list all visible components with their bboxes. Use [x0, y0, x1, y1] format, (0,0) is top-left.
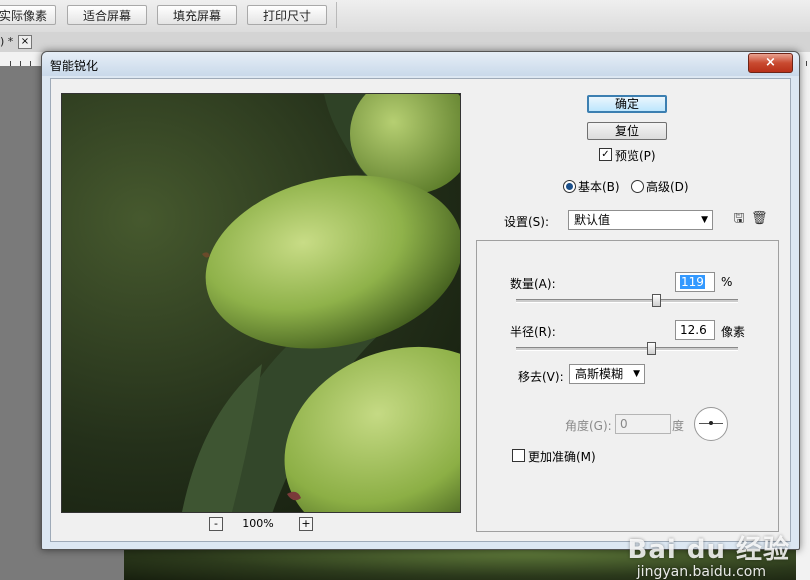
radius-slider-thumb[interactable]: [647, 342, 657, 355]
save-settings-icon[interactable]: 🖫: [731, 211, 747, 227]
amount-slider-track[interactable]: [516, 299, 738, 303]
options-toolbar: 实际像素 适合屏幕 填充屏幕 打印尺寸: [0, 0, 810, 33]
actual-pixels-button[interactable]: 实际像素: [0, 5, 56, 25]
advanced-radio[interactable]: [631, 180, 644, 193]
baidu-watermark-url: jingyan.baidu.com: [636, 564, 766, 580]
close-button[interactable]: ×: [748, 53, 793, 73]
dialog-titlebar[interactable]: 智能锐化 ×: [42, 52, 799, 76]
remove-select[interactable]: 高斯模糊 ▼: [569, 364, 645, 384]
amount-unit: %: [721, 275, 733, 289]
preview-checkbox[interactable]: ✓: [599, 148, 612, 161]
radius-value: 12.6: [680, 323, 707, 337]
document-tab-bar: ) * ×: [0, 32, 810, 53]
preview-image[interactable]: [61, 93, 461, 513]
settings-label: 设置(S):: [502, 213, 552, 230]
toolbar-divider: [336, 2, 337, 28]
amount-input[interactable]: 119: [675, 272, 715, 292]
amount-slider-thumb[interactable]: [651, 294, 661, 307]
radius-unit: 像素: [721, 325, 746, 339]
fruit-photo: [182, 94, 460, 512]
ok-button[interactable]: 确定: [587, 95, 667, 113]
more-accurate-label: 更加准确(M): [528, 450, 596, 464]
print-size-button[interactable]: 打印尺寸: [247, 5, 327, 25]
close-tab-icon[interactable]: ×: [18, 35, 32, 49]
amount-label: 数量(A):: [510, 277, 556, 291]
preview-label: 预览(P): [615, 149, 656, 163]
fit-screen-button[interactable]: 适合屏幕: [67, 5, 147, 25]
angle-label: 角度(G):: [565, 419, 612, 433]
angle-dial[interactable]: [694, 407, 728, 441]
zoom-out-button[interactable]: -: [209, 517, 223, 531]
remove-label: 移去(V):: [518, 370, 564, 384]
more-accurate-checkbox[interactable]: [512, 449, 525, 462]
remove-value: 高斯模糊: [575, 367, 624, 381]
amount-value: 119: [680, 275, 705, 289]
zoom-level: 100%: [242, 517, 274, 530]
dialog-title: 智能锐化: [50, 59, 99, 73]
advanced-label: 高级(D): [646, 180, 689, 194]
basic-label: 基本(B): [578, 180, 620, 194]
chevron-down-icon: ▼: [633, 369, 640, 379]
angle-input[interactable]: 0: [615, 414, 671, 434]
angle-value: 0: [620, 417, 628, 431]
chevron-down-icon: ▼: [701, 215, 708, 225]
radius-label: 半径(R):: [510, 325, 556, 339]
settings-select[interactable]: 默认值 ▼: [568, 210, 713, 230]
trash-icon[interactable]: 🗑: [751, 211, 768, 227]
document-tab-label: ) *: [0, 35, 14, 48]
settings-value: 默认值: [574, 213, 611, 227]
document-tab[interactable]: ) *: [0, 32, 19, 51]
smart-sharpen-dialog: 智能锐化 × - 100% + 确定 复位 ✓ 预览(P) 基本(B) 高级(D…: [41, 51, 800, 550]
radius-input[interactable]: 12.6: [675, 320, 715, 340]
radius-slider-track[interactable]: [516, 347, 738, 351]
dialog-body: - 100% + 确定 复位 ✓ 预览(P) 基本(B) 高级(D) 设置(S)…: [50, 78, 791, 542]
zoom-in-button[interactable]: +: [299, 517, 313, 531]
fill-screen-button[interactable]: 填充屏幕: [157, 5, 237, 25]
basic-radio[interactable]: [563, 180, 576, 193]
angle-unit: 度: [672, 419, 685, 433]
baidu-watermark: Bai du 经验: [627, 535, 790, 565]
reset-button[interactable]: 复位: [587, 122, 667, 140]
